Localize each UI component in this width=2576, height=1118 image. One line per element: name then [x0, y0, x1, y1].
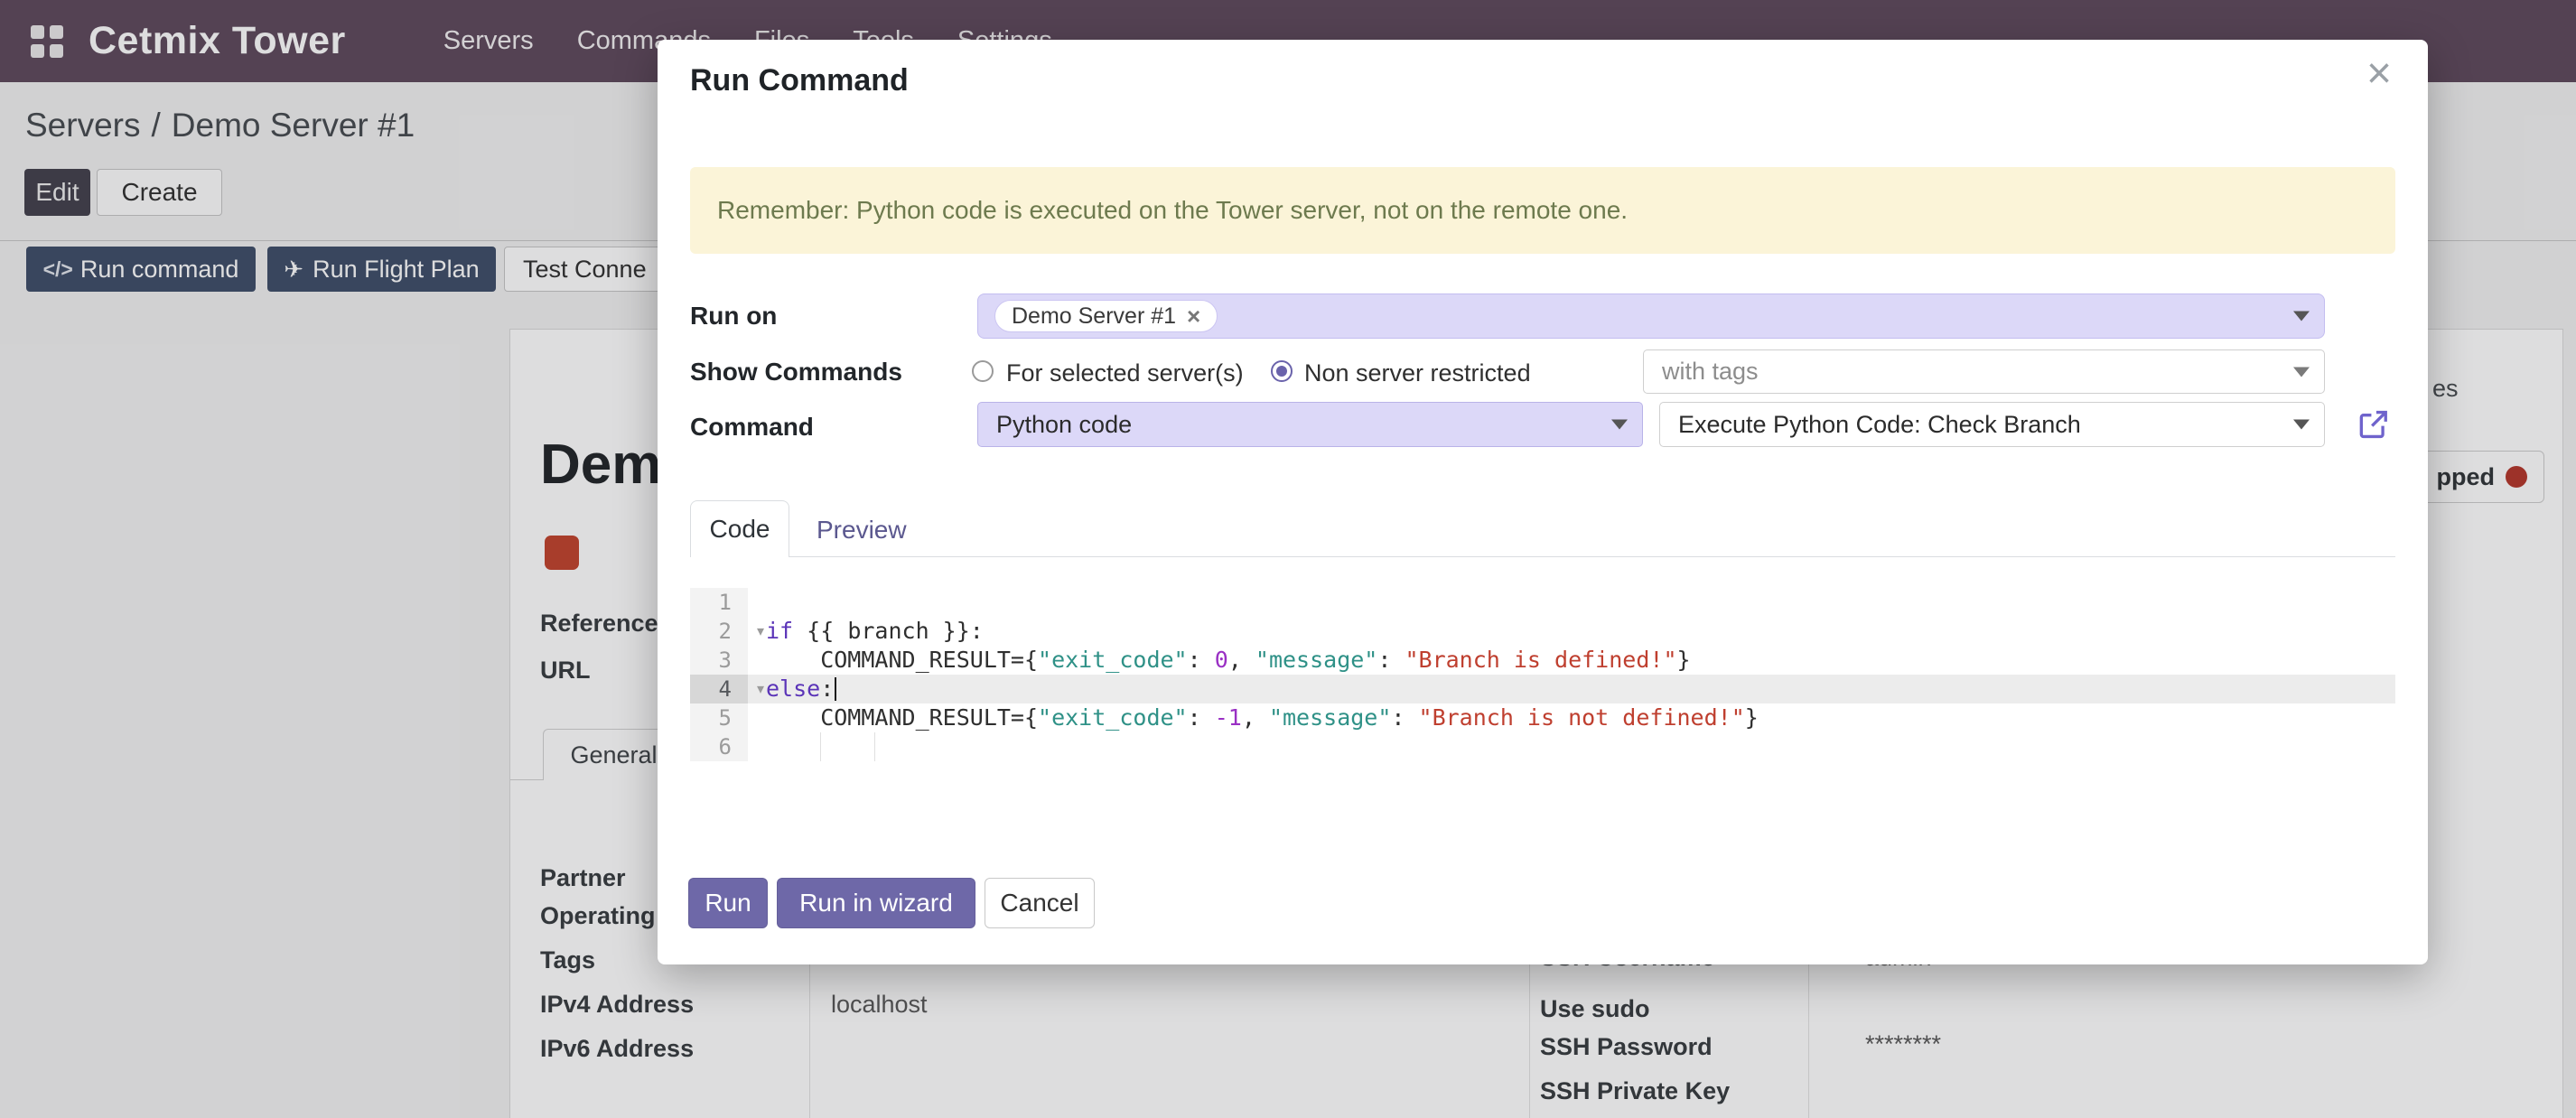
with-tags-placeholder: with tags [1662, 358, 1759, 386]
code-editor[interactable]: 12▾if {{ branch }}:3 COMMAND_RESULT={"ex… [690, 588, 2395, 761]
code-token: , [1242, 703, 1269, 732]
indent-guide [874, 732, 875, 761]
code-token: "message" [1255, 646, 1377, 675]
close-icon[interactable]: × [2366, 52, 2392, 96]
code-token: } [1677, 646, 1691, 675]
chevron-down-icon[interactable] [1611, 420, 1628, 430]
editor-line[interactable]: 6 [690, 732, 2395, 761]
fold-icon[interactable]: ▾ [757, 680, 764, 698]
code-token: "exit_code" [1038, 703, 1188, 732]
code-token: , [1228, 646, 1255, 675]
code-token: COMMAND_RESULT={ [766, 646, 1038, 675]
tab-code[interactable]: Code [690, 500, 789, 557]
run-on-label: Run on [690, 302, 777, 331]
line-number: 5 [690, 703, 748, 732]
command-name-select[interactable]: Execute Python Code: Check Branch [1659, 402, 2325, 447]
command-name-value: Execute Python Code: Check Branch [1678, 411, 2081, 439]
code-token: COMMAND_RESULT={ [766, 703, 1038, 732]
code-token: : [820, 675, 834, 703]
line-number: 4▾ [690, 675, 748, 703]
radio-for-selected-servers[interactable] [972, 360, 994, 382]
cancel-button[interactable]: Cancel [985, 878, 1095, 928]
radio-for-selected-servers-label[interactable]: For selected server(s) [1006, 359, 1244, 387]
command-type-value: Python code [996, 411, 1132, 439]
editor-line[interactable]: 1 [690, 588, 2395, 617]
editor-line[interactable]: 5 COMMAND_RESULT={"exit_code": -1, "mess… [690, 703, 2395, 732]
chevron-down-icon[interactable] [2293, 312, 2310, 321]
command-label: Command [690, 413, 814, 442]
editor-line[interactable]: 4▾ else: [690, 675, 2395, 703]
code-token: "Branch is not defined!" [1419, 703, 1745, 732]
line-number: 6 [690, 732, 748, 761]
code-token: if [766, 617, 793, 646]
show-commands-label: Show Commands [690, 358, 902, 387]
editor-line[interactable]: 2▾ if {{ branch }}: [690, 617, 2395, 646]
code-token: : [1377, 646, 1405, 675]
line-number: 1 [690, 588, 748, 617]
run-command-modal: Run Command × Remember: Python code is e… [658, 40, 2428, 964]
modal-title: Run Command [690, 63, 909, 98]
alert-text: Remember: Python code is executed on the… [717, 196, 1628, 225]
tab-preview[interactable]: Preview [817, 516, 907, 545]
run-on-select[interactable]: Demo Server #1 × [977, 293, 2325, 339]
run-in-wizard-button[interactable]: Run in wizard [777, 878, 975, 928]
chevron-down-icon[interactable] [2293, 367, 2310, 377]
code-token: : [1391, 703, 1418, 732]
editor-line[interactable]: 3 COMMAND_RESULT={"exit_code": 0, "messa… [690, 646, 2395, 675]
run-button[interactable]: Run [688, 878, 768, 928]
server-tag-pill: Demo Server #1 × [994, 300, 1218, 332]
code-token: "message" [1269, 703, 1391, 732]
fold-icon[interactable]: ▾ [757, 622, 764, 640]
divider [690, 556, 2395, 557]
code-token: "Branch is defined!" [1405, 646, 1676, 675]
code-token: -1 [1215, 703, 1242, 732]
line-number: 3 [690, 646, 748, 675]
chevron-down-icon[interactable] [2293, 420, 2310, 430]
code-token: : [1188, 646, 1215, 675]
remove-tag-icon[interactable]: × [1187, 304, 1200, 328]
code-editor-lines: 12▾if {{ branch }}:3 COMMAND_RESULT={"ex… [690, 588, 2395, 761]
server-tag-label: Demo Server #1 [1012, 303, 1176, 330]
code-token: else [766, 675, 820, 703]
external-link-icon[interactable] [2356, 407, 2390, 442]
radio-non-server-restricted[interactable] [1271, 360, 1293, 382]
code-token: } [1745, 703, 1759, 732]
indent-guide [820, 732, 821, 761]
code-token: "exit_code" [1038, 646, 1188, 675]
line-number: 2▾ [690, 617, 748, 646]
command-type-select[interactable]: Python code [977, 402, 1643, 447]
text-cursor [835, 677, 836, 701]
code-token: : [1188, 703, 1215, 732]
python-warning-alert: Remember: Python code is executed on the… [690, 167, 2395, 254]
code-token: 0 [1215, 646, 1228, 675]
code-token: {{ branch }}: [793, 617, 984, 646]
radio-non-server-restricted-label[interactable]: Non server restricted [1304, 359, 1531, 387]
with-tags-select[interactable]: with tags [1643, 349, 2325, 394]
